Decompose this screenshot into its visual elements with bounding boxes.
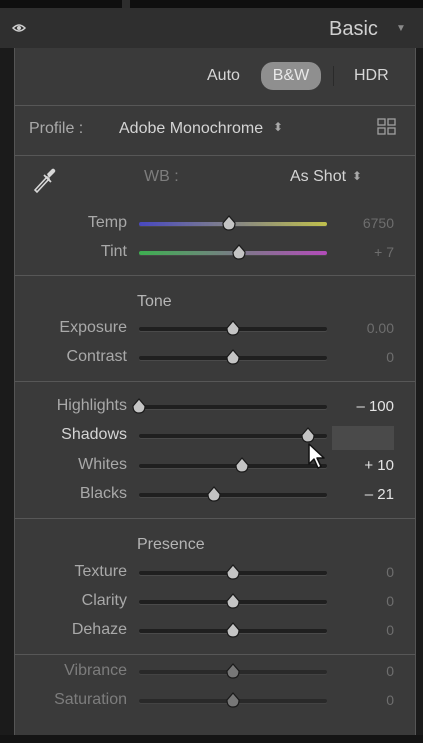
exposure-value[interactable]: 0.00 [334,320,394,336]
shadows-label: Shadows [61,426,127,443]
wb-arrows-icon[interactable]: ⬍ [352,169,362,183]
top-strip [0,0,423,8]
divider [15,654,415,655]
texture-value[interactable]: 0 [334,564,394,580]
saturation-label: Saturation [54,691,127,708]
tone-section-title: Tone [137,293,172,310]
basic-panel: Auto B&W HDR Profile : Adobe Monochrome … [14,48,416,743]
tint-label: Tint [100,243,127,260]
highlights-label: Highlights [56,397,127,414]
profile-browser-grid-icon[interactable] [377,118,397,141]
profile-select[interactable]: Adobe Monochrome [119,120,263,138]
exposure-label: Exposure [59,319,127,336]
panel-header[interactable]: Basic ▼ [0,8,423,48]
panel-title: Basic [329,18,378,40]
blacks-value[interactable]: – 21 [334,486,394,503]
contrast-value[interactable]: 0 [334,349,394,365]
bw-button[interactable]: B&W [261,62,321,90]
temp-label: Temp [87,214,127,231]
highlights-slider-track[interactable] [139,405,327,409]
divider [15,381,415,382]
profile-label: Profile : [29,120,84,137]
whites-value[interactable]: + 10 [334,457,394,474]
profile-arrows-icon[interactable]: ⬍ [273,120,283,134]
presence-section-title: Presence [137,536,205,553]
whites-slider-track[interactable] [139,464,327,468]
clarity-value[interactable]: 0 [334,593,394,609]
wb-label: WB : [144,168,179,185]
wb-select[interactable]: As Shot [290,168,346,186]
bottom-strip [0,735,423,743]
vibrance-label: Vibrance [64,662,127,679]
collapse-triangle-icon[interactable]: ▼ [396,23,406,34]
divider [15,155,415,156]
eyedropper-icon[interactable] [31,166,57,199]
eye-icon[interactable] [11,21,27,39]
divider [15,105,415,106]
dehaze-value[interactable]: 0 [334,622,394,638]
auto-button[interactable]: Auto [207,67,240,85]
blacks-label: Blacks [79,485,127,502]
hdr-button[interactable]: HDR [354,67,389,85]
tint-value[interactable]: + 7 [334,244,394,260]
saturation-value[interactable]: 0 [334,692,394,708]
clarity-label: Clarity [81,592,127,609]
shadows-slider-track[interactable] [139,434,327,438]
divider [15,518,415,519]
dehaze-label: Dehaze [71,621,127,638]
divider [15,275,415,276]
whites-label: Whites [78,456,127,473]
top-notch [122,0,130,8]
treatment-separator [333,66,334,86]
vibrance-value[interactable]: 0 [334,663,394,679]
contrast-label: Contrast [66,348,127,365]
texture-label: Texture [74,563,127,580]
mouse-pointer-icon [307,442,327,475]
temp-value[interactable]: 6750 [334,215,394,231]
shadows-value-field[interactable] [332,426,394,450]
blacks-slider-track[interactable] [139,493,327,497]
highlights-value[interactable]: – 100 [334,398,394,415]
